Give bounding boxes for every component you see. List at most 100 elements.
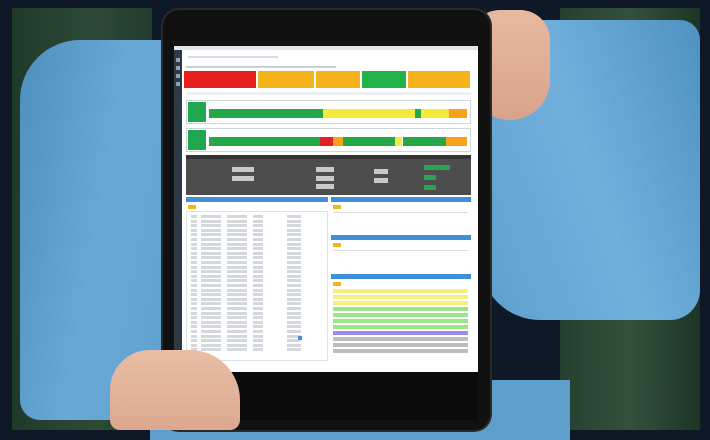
- table-cell: [201, 279, 221, 283]
- timeline-segment: [322, 109, 416, 118]
- summary-field[interactable]: [232, 176, 254, 181]
- table-row[interactable]: [333, 301, 468, 305]
- table-row[interactable]: [333, 325, 468, 329]
- table-row[interactable]: [191, 270, 301, 274]
- table-row[interactable]: [191, 325, 301, 329]
- table-row[interactable]: [191, 224, 301, 228]
- table-row[interactable]: [191, 307, 301, 310]
- table-row[interactable]: [333, 343, 468, 347]
- right-panel-button-3[interactable]: [333, 282, 341, 286]
- table-cell: [227, 311, 247, 315]
- pagination-current[interactable]: [298, 336, 302, 340]
- table-row[interactable]: [333, 313, 468, 317]
- summary-field[interactable]: [316, 167, 334, 172]
- rail-icon[interactable]: [176, 82, 180, 86]
- table-row[interactable]: [191, 238, 301, 241]
- right-panel-button-2[interactable]: [333, 243, 341, 247]
- table-cell: [201, 339, 221, 343]
- table-row[interactable]: [191, 279, 301, 283]
- table-row[interactable]: [191, 293, 301, 297]
- table-cell: [227, 348, 247, 352]
- table-cell: [191, 233, 197, 237]
- table-row[interactable]: [191, 251, 301, 255]
- status-tile[interactable]: [184, 71, 256, 88]
- summary-status-green: [424, 185, 436, 190]
- table-row[interactable]: [191, 297, 301, 301]
- table-row[interactable]: [191, 233, 301, 237]
- table-cell: [191, 297, 197, 301]
- table-row[interactable]: [191, 219, 301, 223]
- table-cell: [201, 330, 221, 333]
- table-row[interactable]: [191, 320, 301, 324]
- table-row[interactable]: [333, 295, 468, 299]
- rail-icon[interactable]: [176, 66, 180, 70]
- table-row[interactable]: [333, 289, 468, 293]
- table-cell: [287, 256, 301, 260]
- table-cell: [253, 215, 263, 218]
- left-panel-button[interactable]: [188, 205, 196, 209]
- table-row[interactable]: [333, 319, 468, 323]
- table-cell: [201, 270, 221, 274]
- table-row[interactable]: [191, 247, 301, 251]
- rail-icon[interactable]: [176, 74, 180, 78]
- table-row[interactable]: [191, 311, 301, 315]
- table-row[interactable]: [191, 288, 301, 292]
- table-cell: [201, 274, 221, 278]
- table-cell: [287, 238, 301, 241]
- table-cell: [227, 343, 247, 347]
- table-row[interactable]: [191, 302, 301, 306]
- table-row[interactable]: [191, 339, 301, 343]
- table-row[interactable]: [191, 228, 301, 232]
- table-row[interactable]: [191, 242, 301, 246]
- summary-field[interactable]: [316, 176, 334, 181]
- table-cell: [253, 233, 263, 237]
- summary-field[interactable]: [374, 169, 388, 174]
- summary-field[interactable]: [374, 178, 388, 183]
- table-cell: [287, 224, 301, 228]
- status-tile[interactable]: [362, 71, 406, 88]
- table-cell: [227, 297, 247, 301]
- table-row[interactable]: [191, 330, 301, 333]
- table-row[interactable]: [333, 337, 468, 341]
- summary-field[interactable]: [232, 167, 254, 172]
- table-row[interactable]: [333, 307, 468, 311]
- table-row[interactable]: [191, 215, 301, 218]
- table-row[interactable]: [191, 348, 301, 352]
- table-cell: [253, 270, 263, 274]
- table-cell: [227, 242, 247, 246]
- table-cell: [253, 219, 263, 223]
- summary-field[interactable]: [316, 184, 334, 189]
- summary-status-green: [424, 165, 450, 170]
- table-row[interactable]: [191, 256, 301, 260]
- table-row[interactable]: [191, 334, 301, 338]
- status-tile[interactable]: [258, 71, 314, 88]
- left-panel-header: [186, 197, 328, 202]
- status-tile[interactable]: [316, 71, 360, 88]
- table-row[interactable]: [333, 349, 468, 353]
- table-cell: [253, 302, 263, 306]
- table-row[interactable]: [191, 265, 301, 269]
- table-row[interactable]: [191, 284, 301, 287]
- timeline-label-badge: [188, 102, 206, 122]
- table-cell: [227, 261, 247, 264]
- table-row[interactable]: [333, 331, 468, 335]
- status-tile[interactable]: [408, 71, 470, 88]
- table-cell: [201, 293, 221, 297]
- rail-icon[interactable]: [176, 58, 180, 62]
- legend-strip: [186, 92, 471, 95]
- tab-strip[interactable]: [188, 56, 278, 58]
- table-cell: [191, 274, 197, 278]
- right-panel-button[interactable]: [333, 205, 341, 209]
- table-row[interactable]: [191, 261, 301, 264]
- table-row[interactable]: [191, 343, 301, 347]
- table-cell: [201, 247, 221, 251]
- timeline-segment: [448, 109, 467, 118]
- table-row[interactable]: [191, 316, 301, 320]
- table-cell: [227, 228, 247, 232]
- table-row[interactable]: [191, 274, 301, 278]
- table-cell: [253, 256, 263, 260]
- timeline-segment: [209, 109, 323, 118]
- timeline-segment: [332, 137, 344, 146]
- timeline-segment: [343, 137, 359, 146]
- table-cell: [287, 316, 301, 320]
